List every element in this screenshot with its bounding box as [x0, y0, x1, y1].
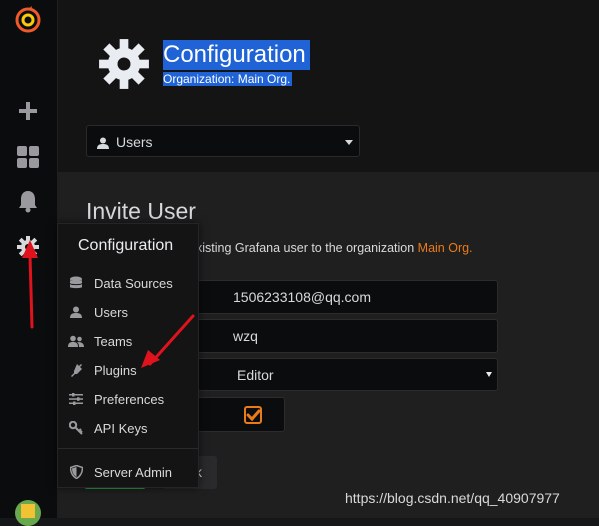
- page-nav-select[interactable]: Users: [86, 125, 360, 157]
- dropdown-divider: [58, 448, 198, 449]
- caret-down-icon: [486, 372, 492, 377]
- menu-item-server-admin[interactable]: Server Admin: [58, 458, 198, 487]
- menu-item-label: Plugins: [94, 363, 137, 378]
- configuration-dropdown: Configuration Data Sources Users Teams P…: [57, 223, 199, 488]
- plus-icon[interactable]: [14, 97, 42, 125]
- grafana-logo-icon[interactable]: [14, 6, 42, 34]
- dropdown-header-label: Configuration: [78, 237, 174, 254]
- menu-item-label: Teams: [94, 334, 133, 349]
- page-header-gear-icon: [98, 38, 150, 95]
- avatar[interactable]: [15, 500, 41, 526]
- menu-item-label: Users: [94, 305, 128, 320]
- shield-icon: [68, 465, 84, 479]
- page-nav-select-label: Users: [116, 134, 153, 150]
- role-select[interactable]: Editor: [165, 358, 498, 391]
- sliders-icon: [68, 392, 84, 406]
- dropdown-header[interactable]: Configuration: [58, 224, 198, 268]
- menu-item-plugins[interactable]: Plugins: [58, 356, 198, 385]
- bell-icon[interactable]: [14, 187, 42, 215]
- invite-title: Invite User: [86, 198, 196, 224]
- name-field[interactable]: wzq: [165, 319, 498, 353]
- invite-description: xisting Grafana user to the organization…: [196, 241, 473, 255]
- role-select-value: Editor: [237, 366, 274, 383]
- email-field-value: 1506233108@qq.com: [233, 289, 371, 305]
- database-icon: [68, 276, 84, 290]
- menu-item-label: Preferences: [94, 392, 165, 407]
- key-icon: [68, 421, 84, 435]
- page-title: Configuration: [163, 40, 310, 70]
- name-field-value: wzq: [233, 328, 258, 344]
- menu-item-label: Data Sources: [94, 276, 173, 291]
- menu-item-teams[interactable]: Teams: [58, 327, 198, 356]
- menu-item-label: API Keys: [94, 421, 148, 436]
- side-menu: [0, 0, 58, 526]
- invite-description-text: xisting Grafana user to the organization: [196, 241, 418, 255]
- watermark-text: https://blog.csdn.net/qq_40907977: [345, 490, 560, 506]
- menu-item-users[interactable]: Users: [58, 298, 198, 327]
- menu-item-api-keys[interactable]: API Keys: [58, 414, 198, 443]
- plug-icon: [68, 363, 84, 377]
- gear-icon[interactable]: [14, 233, 42, 261]
- users-icon: [68, 334, 84, 348]
- user-icon: [68, 305, 84, 319]
- page-subtitle: Organization: Main Org.: [163, 72, 293, 86]
- menu-item-data-sources[interactable]: Data Sources: [58, 269, 198, 298]
- send-email-checkbox[interactable]: [244, 406, 262, 424]
- invite-org-name: Main Org.: [417, 241, 473, 255]
- menu-item-preferences[interactable]: Preferences: [58, 385, 198, 414]
- email-field[interactable]: 1506233108@qq.com: [165, 280, 498, 314]
- dashboards-icon[interactable]: [14, 143, 42, 171]
- menu-item-label: Server Admin: [94, 465, 173, 480]
- user-icon: [97, 136, 109, 154]
- caret-down-icon: [345, 140, 353, 145]
